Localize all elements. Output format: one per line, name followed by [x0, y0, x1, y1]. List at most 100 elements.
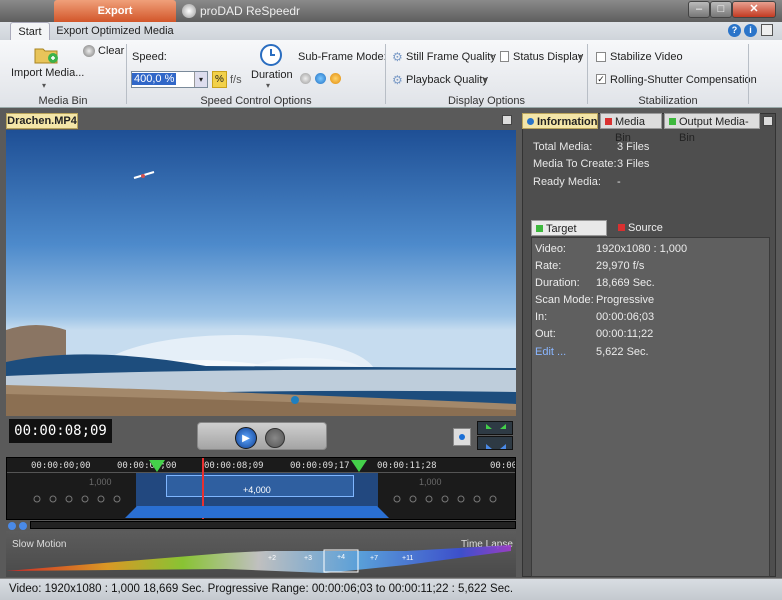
info-icon[interactable]: i — [744, 24, 757, 37]
ribbon-minimize-icon[interactable] — [761, 24, 773, 36]
target-label: Out: — [535, 328, 556, 340]
info-value: 3 Files — [617, 158, 650, 170]
target-value: 00:00:06;03 — [596, 311, 655, 323]
target-value: 18,669 Sec. — [596, 277, 655, 289]
loop-toggle-button[interactable] — [453, 428, 471, 446]
tab-target-media[interactable]: Target Media — [531, 220, 607, 251]
maximize-pane-icon[interactable] — [502, 115, 512, 125]
playback-dropdown-icon[interactable]: ▾ — [483, 75, 487, 84]
speed-step[interactable]: +2 — [268, 555, 276, 562]
tab-information[interactable]: Information — [522, 113, 598, 129]
speed-step[interactable]: +11 — [402, 555, 413, 562]
in-marker[interactable] — [149, 460, 165, 472]
timecode-display: 00:00:08;09 — [9, 419, 112, 443]
document-icon — [500, 51, 509, 62]
rolling-shutter-checkbox[interactable]: ✓ — [596, 74, 606, 84]
tab-export-optimized-media[interactable]: Export Optimized Media — [54, 22, 176, 40]
speed-dropdown-icon[interactable]: ▾ — [194, 72, 207, 87]
target-label: Scan Mode: — [535, 294, 594, 306]
out-marker[interactable] — [351, 460, 367, 472]
duration-clock-icon[interactable] — [260, 44, 282, 66]
segment-value-ghost: 1,000 — [419, 477, 442, 487]
subframe-optical-icon[interactable] — [330, 73, 341, 84]
import-media-icon[interactable] — [34, 44, 58, 64]
edit-link[interactable]: Edit ... — [535, 346, 566, 358]
tick-label: 00:00:08;09 — [204, 461, 264, 471]
info-label: Total Media: — [533, 141, 593, 153]
gear-icon: ⚙ — [392, 50, 403, 64]
duration-button[interactable]: Duration — [251, 69, 293, 81]
media-bin-group-label: Media Bin — [38, 95, 88, 107]
speed-step[interactable]: +3 — [304, 555, 312, 562]
minimize-button[interactable]: – — [688, 1, 710, 18]
import-dropdown-icon[interactable]: ▾ — [42, 81, 46, 90]
transport-bar — [197, 422, 327, 450]
target-value: 00:00:11;22 — [596, 328, 654, 340]
status-bar: Video: 1920x1080 : 1,000 18,669 Sec. Pro… — [0, 578, 782, 600]
export-context-tab[interactable]: Export — [54, 0, 176, 22]
output-tab-icon — [669, 118, 676, 125]
info-label: Ready Media: — [533, 176, 601, 188]
rolling-shutter-label: Rolling-Shutter Compensation — [610, 74, 757, 86]
tab-media-bin[interactable]: Media Bin — [600, 113, 662, 144]
document-tab[interactable]: Drachen.MP4 — [6, 113, 78, 129]
target-value: 29,970 f/s — [596, 260, 645, 272]
target-label: Video: — [535, 243, 566, 255]
timeline[interactable]: 00:00:00;00 00:00:05;00 00:00:08;09 00:0… — [6, 457, 516, 520]
info-icon — [527, 118, 534, 125]
subframe-blend-icon[interactable] — [315, 73, 326, 84]
ribbon-separator — [748, 44, 749, 104]
still-frame-quality-button[interactable]: Still Frame Quality — [406, 51, 496, 63]
gear-icon: ⚙ — [392, 73, 403, 87]
duration-dropdown-icon[interactable]: ▾ — [266, 81, 270, 90]
maximize-button[interactable]: □ — [710, 1, 732, 18]
status-display-dropdown-icon[interactable]: ▾ — [579, 52, 583, 61]
still-frame-dropdown-icon[interactable]: ▾ — [490, 52, 494, 61]
tick-label: 00:00:05;00 — [117, 461, 177, 471]
zoom-in-icon[interactable] — [8, 522, 16, 530]
display-options-group-label: Display Options — [447, 95, 526, 107]
zoom-in-button[interactable] — [477, 421, 513, 435]
media-bin-tab-icon — [605, 118, 612, 125]
timeline-scrollbar[interactable] — [30, 521, 516, 529]
info-value: - — [617, 176, 621, 188]
stop-button[interactable] — [265, 428, 285, 448]
speed-value: 400,0 % — [132, 73, 177, 85]
import-media-button[interactable]: Import Media... — [11, 67, 84, 79]
target-media-tab-icon — [536, 225, 543, 232]
segment-value-ghost: 1,000 — [89, 477, 112, 487]
play-button[interactable]: ▶ — [235, 427, 257, 449]
playback-quality-button[interactable]: Playback Quality — [406, 74, 488, 86]
info-label: Media To Create: — [533, 158, 617, 170]
tab-start[interactable]: Start — [10, 22, 50, 40]
fps-button[interactable]: f/s — [230, 74, 242, 86]
info-value: 3 Files — [617, 141, 650, 153]
window-title: proDAD ReSpeedr — [200, 4, 301, 18]
zoom-out-button[interactable] — [477, 436, 513, 450]
maximize-pane-icon[interactable] — [763, 116, 773, 126]
help-icon[interactable]: ? — [728, 24, 741, 37]
tab-source-media[interactable]: Source Media — [614, 220, 694, 250]
speed-curve-pane[interactable]: Slow Motion Time Lapse +2 +3 +4 +7 +11 — [6, 531, 516, 577]
tick-label: 00:00:09;17 — [290, 461, 350, 471]
zoom-out-icon[interactable] — [19, 522, 27, 530]
speed-step[interactable]: +4 — [337, 554, 345, 561]
subframe-off-icon[interactable] — [300, 73, 311, 84]
close-button[interactable]: ✕ — [732, 1, 776, 18]
tab-output-media-bin[interactable]: Output Media-Bin — [664, 113, 760, 144]
speed-label: Speed: — [132, 51, 167, 63]
speed-control-group-label: Speed Control Options — [200, 95, 312, 107]
stabilize-label: Stabilize Video — [610, 51, 683, 63]
target-value: Progressive — [596, 294, 655, 306]
status-display-button[interactable]: Status Display — [513, 51, 583, 63]
video-preview[interactable] — [6, 130, 516, 416]
percent-button[interactable]: % — [212, 71, 227, 88]
target-label: Rate: — [535, 260, 562, 272]
speed-step[interactable]: +7 — [370, 555, 378, 562]
clear-button[interactable]: Clear — [98, 45, 124, 57]
clear-icon — [83, 45, 95, 57]
stabilize-checkbox[interactable] — [596, 52, 606, 62]
tick-label: 00:00:11;28 — [377, 461, 437, 471]
target-value: 1920x1080 : 1,000 — [596, 243, 688, 255]
subframe-label: Sub-Frame Mode: — [298, 51, 387, 63]
